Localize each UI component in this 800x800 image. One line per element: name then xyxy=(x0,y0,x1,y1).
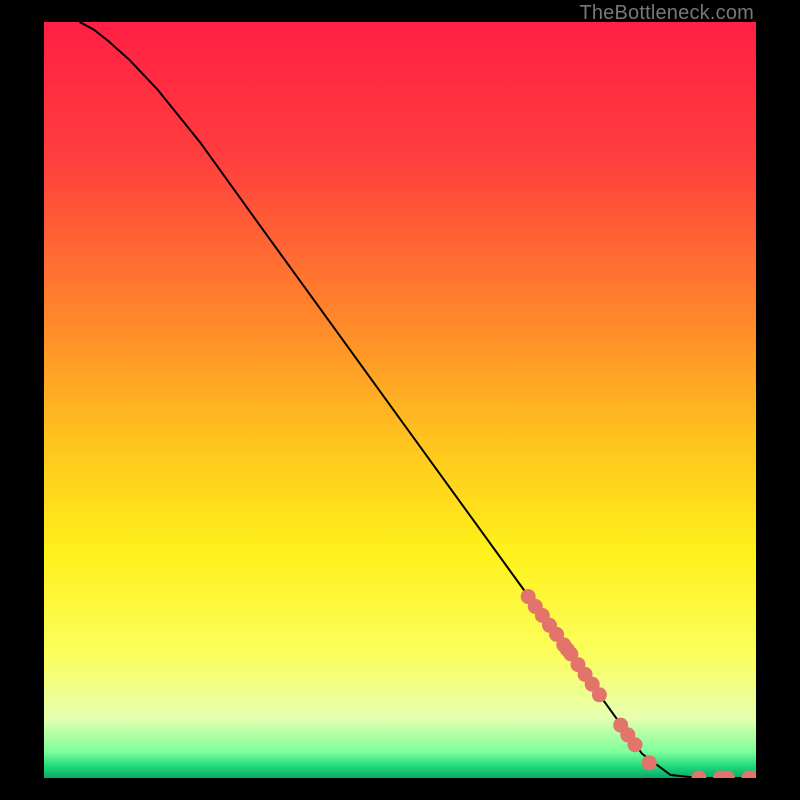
chart-svg xyxy=(44,22,756,778)
data-marker xyxy=(592,687,607,702)
data-marker xyxy=(628,737,643,752)
plot-area xyxy=(44,22,756,778)
heat-background xyxy=(44,22,756,778)
chart-container: TheBottleneck.com xyxy=(0,0,800,800)
data-marker xyxy=(642,755,657,770)
